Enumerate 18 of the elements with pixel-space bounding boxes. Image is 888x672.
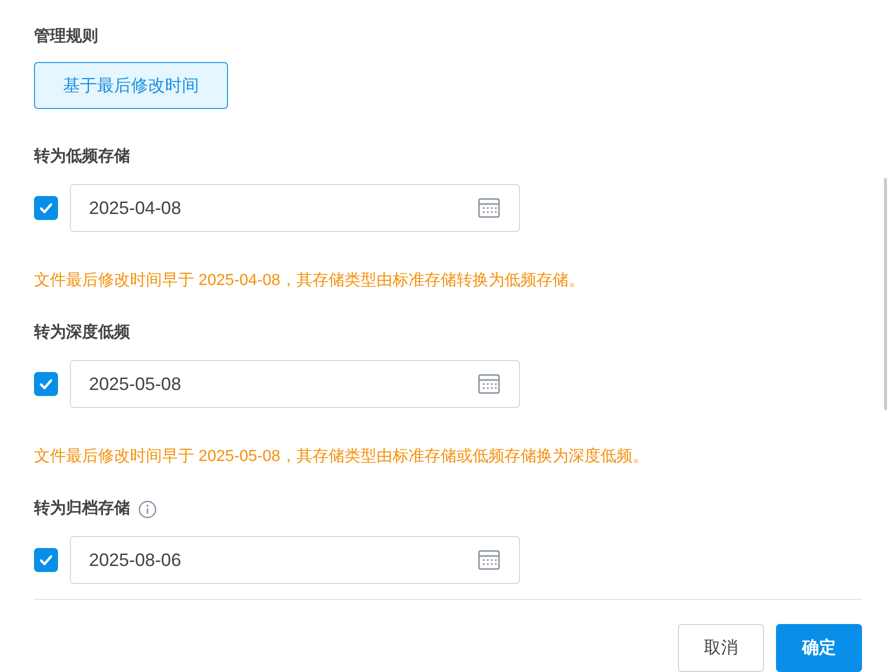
calendar-icon [478,198,500,218]
hint-text: 文件最后修改时间早于 2025-05-08，其存储类型由标准存储或低频存储换为深度低频。 [34,446,650,467]
rule-label: 转为低频存储 [34,146,130,167]
date-field[interactable]: 2025-08-06 [70,536,520,584]
checkbox[interactable] [34,372,58,396]
date-field[interactable]: 2025-04-08 [70,184,520,232]
info-icon [138,500,157,518]
calendar-icon [478,374,500,394]
scrollbar[interactable] [884,178,887,410]
rule-label: 转为深度低频 [34,322,130,343]
cancel-button[interactable]: 取消 [678,624,764,672]
checkbox[interactable] [34,196,58,220]
checkbox[interactable] [34,548,58,572]
hint-text: 文件最后修改时间早于 2025-04-08，其存储类型由标准存储转换为低频存储。 [34,270,586,291]
rule-label: 转为归档存储 [34,498,130,519]
date-field[interactable]: 2025-05-08 [70,360,520,408]
section-title: 管理规则 [34,26,99,47]
calendar-icon [478,550,500,570]
